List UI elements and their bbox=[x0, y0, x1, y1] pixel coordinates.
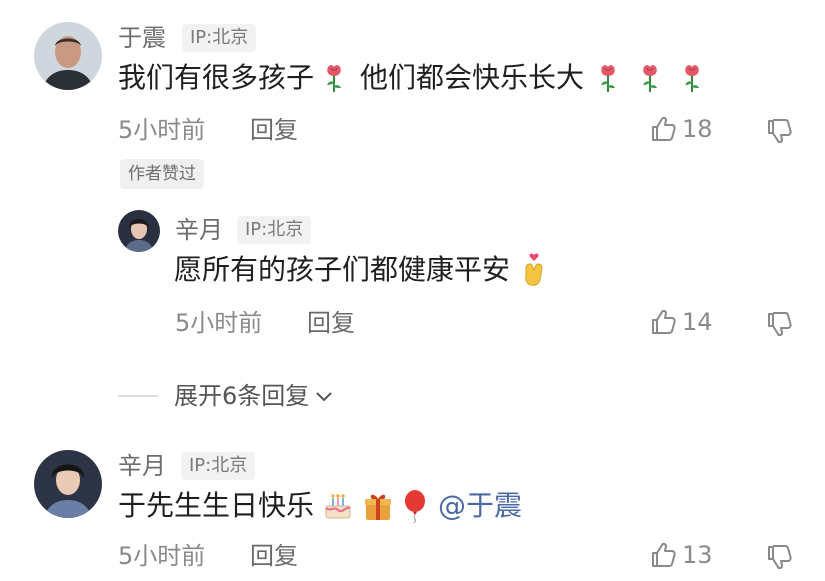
comment-username[interactable]: 于震 bbox=[118, 24, 166, 52]
like-count: 13 bbox=[682, 541, 713, 569]
comment-text-part-1: 我们有很多孩子 bbox=[118, 61, 315, 94]
gift-icon bbox=[365, 494, 392, 520]
comment-username[interactable]: 辛月 bbox=[175, 216, 223, 244]
comment-text-body: 于先生生日快乐 bbox=[118, 489, 315, 522]
reply-button[interactable]: 回复 bbox=[307, 309, 355, 337]
thumb-up-icon bbox=[650, 541, 678, 569]
thumb-up-icon bbox=[650, 308, 678, 336]
avatar[interactable] bbox=[118, 210, 160, 252]
divider-line bbox=[118, 395, 158, 397]
like-button[interactable]: 13 bbox=[650, 541, 713, 569]
expand-replies-button[interactable]: 展开6条回复 bbox=[118, 382, 335, 410]
ip-location-badge: IP:北京 bbox=[182, 24, 257, 52]
comment-text-body: 愿所有的孩子们都健康平安 bbox=[174, 253, 511, 286]
comment-text: 愿所有的孩子们都健康平安 bbox=[174, 252, 548, 288]
like-button[interactable]: 14 bbox=[650, 308, 713, 336]
like-button[interactable]: 18 bbox=[650, 115, 713, 143]
avatar[interactable] bbox=[34, 22, 102, 90]
mention-link[interactable]: @于震 bbox=[438, 488, 522, 524]
thumb-up-icon bbox=[650, 115, 678, 143]
comment-text: 我们有很多孩子 他们都会快乐长大 bbox=[118, 60, 704, 96]
thumb-down-icon[interactable] bbox=[766, 310, 794, 338]
balloon-icon bbox=[405, 490, 426, 523]
like-count: 18 bbox=[682, 115, 713, 143]
rose-icon bbox=[638, 62, 662, 94]
author-liked-badge: 作者赞过 bbox=[120, 159, 204, 189]
avatar[interactable] bbox=[34, 450, 102, 518]
chevron-down-icon bbox=[316, 392, 332, 402]
comment-text-part-2: 他们都会快乐长大 bbox=[360, 61, 585, 94]
rose-icon bbox=[596, 62, 620, 94]
comment-username[interactable]: 辛月 bbox=[118, 452, 166, 480]
comment-timestamp: 5小时前 bbox=[118, 116, 206, 144]
ip-location-badge: IP:北京 bbox=[181, 452, 256, 480]
cake-icon bbox=[325, 494, 351, 519]
rose-icon bbox=[680, 62, 704, 94]
like-count: 14 bbox=[682, 308, 713, 336]
ip-location-badge: IP:北京 bbox=[237, 216, 312, 244]
rose-icon bbox=[322, 62, 346, 94]
thumb-down-icon[interactable] bbox=[766, 117, 794, 145]
thumb-down-icon[interactable] bbox=[766, 543, 794, 571]
finger-heart-icon bbox=[525, 253, 543, 286]
expand-replies-label: 展开6条回复 bbox=[174, 382, 310, 410]
comment-timestamp: 5小时前 bbox=[175, 309, 263, 337]
reply-button[interactable]: 回复 bbox=[250, 542, 298, 570]
comment-timestamp: 5小时前 bbox=[118, 542, 206, 570]
reply-button[interactable]: 回复 bbox=[250, 116, 298, 144]
comment-text: 于先生生日快乐 @于震 bbox=[118, 488, 522, 524]
